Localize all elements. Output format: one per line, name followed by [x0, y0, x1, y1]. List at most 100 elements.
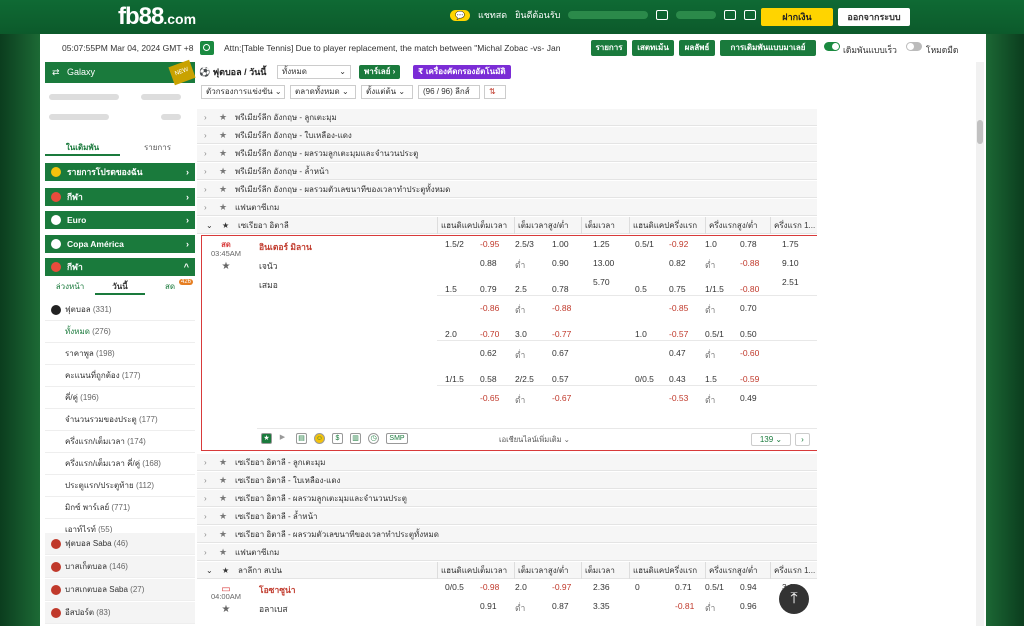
transfer-icon[interactable]: [744, 10, 757, 20]
odd-value[interactable]: 0.79: [480, 284, 497, 294]
sidebar-item-odd-even[interactable]: คี่/คู่ (196): [45, 387, 195, 409]
results-button[interactable]: ผลลัพธ์: [679, 40, 715, 56]
league-row[interactable]: › ★ เซเรียอา อิตาลี - ลูกเตะมุม: [197, 454, 817, 471]
coin-icon[interactable]: ☺: [314, 433, 325, 444]
odd-value[interactable]: -0.59: [740, 374, 759, 384]
odd-value[interactable]: 0.62: [480, 348, 497, 358]
markets-count-select[interactable]: 139 ⌄: [751, 433, 791, 446]
odd-value[interactable]: 2.36: [593, 582, 610, 592]
odd-value[interactable]: 0.90: [552, 258, 569, 268]
star-icon[interactable]: ★: [219, 217, 229, 234]
odd-value[interactable]: 1.00: [552, 239, 569, 249]
odd-value[interactable]: 0.96: [740, 601, 757, 611]
sidebar-item-basketball-saba[interactable]: บาสเกตบอล Saba (27): [45, 579, 195, 601]
scrollbar-thumb[interactable]: [977, 120, 983, 144]
star-icon[interactable]: ★: [207, 604, 245, 615]
star-icon[interactable]: ★: [219, 163, 227, 180]
dollar-icon[interactable]: $: [332, 433, 343, 444]
star-icon[interactable]: ★: [207, 261, 245, 272]
star-icon[interactable]: ★: [219, 199, 227, 216]
odd-value[interactable]: 1.25: [593, 239, 610, 249]
sidebar-euro[interactable]: Euro ›: [45, 211, 195, 229]
odd-value[interactable]: 0.43: [669, 374, 686, 384]
star-icon[interactable]: ★: [219, 544, 227, 561]
league-row[interactable]: › ★ พรีเมียร์ลีก อังกฤษ - ผลรวมตัวเลขนาทีข…: [197, 181, 817, 198]
match-filter-select[interactable]: ตัวกรองการแข่งขัน ⌄: [201, 85, 285, 99]
sidebar-item-ht-ft-odd-even[interactable]: ครึ่งแรก/เต็มเวลา คี่/คู่ (168): [45, 453, 195, 475]
league-row[interactable]: › ★ แฟนตาซีเกม: [197, 544, 817, 561]
sidebar-item-football-saba[interactable]: ฟุตบอล Saba (46): [45, 533, 195, 555]
odd-value[interactable]: -0.81: [675, 601, 694, 611]
league-row[interactable]: › ★ เซเรียอา อิตาลี - ใบเหลือง-แดง: [197, 472, 817, 489]
clock-icon[interactable]: ◷: [368, 433, 379, 444]
stats-board-icon[interactable]: ▤: [296, 433, 307, 444]
star-icon[interactable]: ★: [219, 472, 227, 489]
sidebar-sports[interactable]: กีฬา ›: [45, 188, 195, 206]
star-icon[interactable]: ★: [219, 145, 227, 162]
smp-button[interactable]: SMP: [386, 433, 408, 444]
star-icon[interactable]: ★: [219, 508, 227, 525]
chat-icon[interactable]: 💬: [450, 9, 470, 21]
league-row[interactable]: › ★ แฟนตาซีเกม: [197, 199, 817, 216]
odd-value[interactable]: 0.94: [740, 582, 757, 592]
sidebar-item-basketball[interactable]: บาสเก็ตบอล (146): [45, 556, 195, 578]
odd-value[interactable]: 1.75: [782, 239, 799, 249]
sidebar-sports-expanded[interactable]: กีฬา ^: [45, 258, 195, 276]
tab-list[interactable]: รายการ: [120, 140, 195, 156]
site-logo[interactable]: fb88.com: [118, 3, 196, 31]
odd-value[interactable]: -0.85: [669, 303, 688, 313]
page-scrollbar[interactable]: [976, 62, 984, 626]
odd-value[interactable]: 3.35: [593, 601, 610, 611]
star-icon[interactable]: ★: [219, 490, 227, 507]
odd-value[interactable]: 0.75: [669, 284, 686, 294]
odd-value[interactable]: 2.51: [782, 277, 799, 287]
bar-chart-icon[interactable]: ▥: [350, 433, 361, 444]
odd-value[interactable]: -0.53: [669, 393, 688, 403]
sidebar-item-football[interactable]: ฟุตบอล (331): [45, 299, 195, 321]
odd-value[interactable]: 0.50: [740, 329, 757, 339]
league-header-seriea[interactable]: ⌄ ★ เซเรียอา อิตาลี แฮนดิแคปเต็มเวลา เต็…: [197, 217, 817, 234]
odd-value[interactable]: 0.78: [552, 284, 569, 294]
odd-value[interactable]: -0.77: [552, 329, 571, 339]
odd-value[interactable]: 5.70: [593, 277, 610, 287]
league-row[interactable]: › ★ พรีเมียร์ลีก อังกฤษ - ใบเหลือง-แดง: [197, 127, 817, 144]
odd-value[interactable]: 0.49: [740, 393, 757, 403]
sidebar-item-esports[interactable]: อีสปอร์ต (83): [45, 602, 195, 624]
odd-value[interactable]: 13.00: [593, 258, 614, 268]
deposit-button[interactable]: ฝากเงิน: [761, 8, 833, 26]
odd-value[interactable]: -0.86: [480, 303, 499, 313]
odd-value[interactable]: -0.70: [480, 329, 499, 339]
market-select[interactable]: ทั้งหมด ⌄: [277, 65, 351, 79]
league-header-laliga[interactable]: ⌄ ★ ลาลีกา สเปน แฮนดิแคปเต็มเวลา เต็มเวล…: [197, 562, 817, 579]
odd-value[interactable]: -0.80: [740, 284, 759, 294]
refresh-icon[interactable]: [724, 10, 737, 20]
league-count-select[interactable]: (96 / 96) ลีกส์: [418, 85, 480, 99]
star-icon[interactable]: ★: [219, 526, 227, 543]
play-icon[interactable]: ▶: [277, 433, 288, 444]
odd-value[interactable]: -0.65: [480, 393, 499, 403]
odd-value[interactable]: 0.71: [675, 582, 692, 592]
sidebar-item-mix-parlay[interactable]: มิกซ์ พาร์เลย์ (771): [45, 497, 195, 519]
sort-order-icon[interactable]: ⇅: [484, 85, 506, 99]
odd-value[interactable]: 0.57: [552, 374, 569, 384]
odd-value[interactable]: 9.10: [782, 258, 799, 268]
odd-value[interactable]: -0.60: [740, 348, 759, 358]
auto-filter-button[interactable]: ₹ เครื่องคัดกรองอัตโนมัติ: [413, 65, 511, 79]
league-row[interactable]: › ★ เซเรียอา อิตาลี - ผลรวมลูกเตะมุมและจำน…: [197, 490, 817, 507]
announcement-ticker[interactable]: Attn:[Table Tennis] Due to player replac…: [224, 43, 564, 53]
subtab-early[interactable]: ล่วงหน้า: [45, 279, 95, 295]
bets-list-button[interactable]: รายการ: [591, 40, 627, 56]
sidebar-item-total-goals[interactable]: จำนวนรวมของประตู (177): [45, 409, 195, 431]
odd-value[interactable]: 0.67: [552, 348, 569, 358]
more-asian-lines-button[interactable]: เอเชียนไลน์เพิ่มเติม ⌄: [499, 434, 570, 446]
odd-value[interactable]: -0.57: [669, 329, 688, 339]
logout-button[interactable]: ออกจากระบบ: [838, 8, 910, 26]
star-icon[interactable]: ★: [219, 127, 227, 144]
star-icon[interactable]: ★: [219, 181, 227, 198]
sidebar-favorites[interactable]: รายการโปรดของฉัน ›: [45, 163, 195, 181]
sidebar-item-ht-ft[interactable]: ครึ่งแรก/เต็มเวลา (174): [45, 431, 195, 453]
sidebar-item-correct-score[interactable]: คะแนนที่ถูกต้อง (177): [45, 365, 195, 387]
search-icon[interactable]: [200, 41, 214, 55]
odd-value[interactable]: 0.58: [480, 374, 497, 384]
odd-value[interactable]: -0.98: [480, 582, 499, 592]
